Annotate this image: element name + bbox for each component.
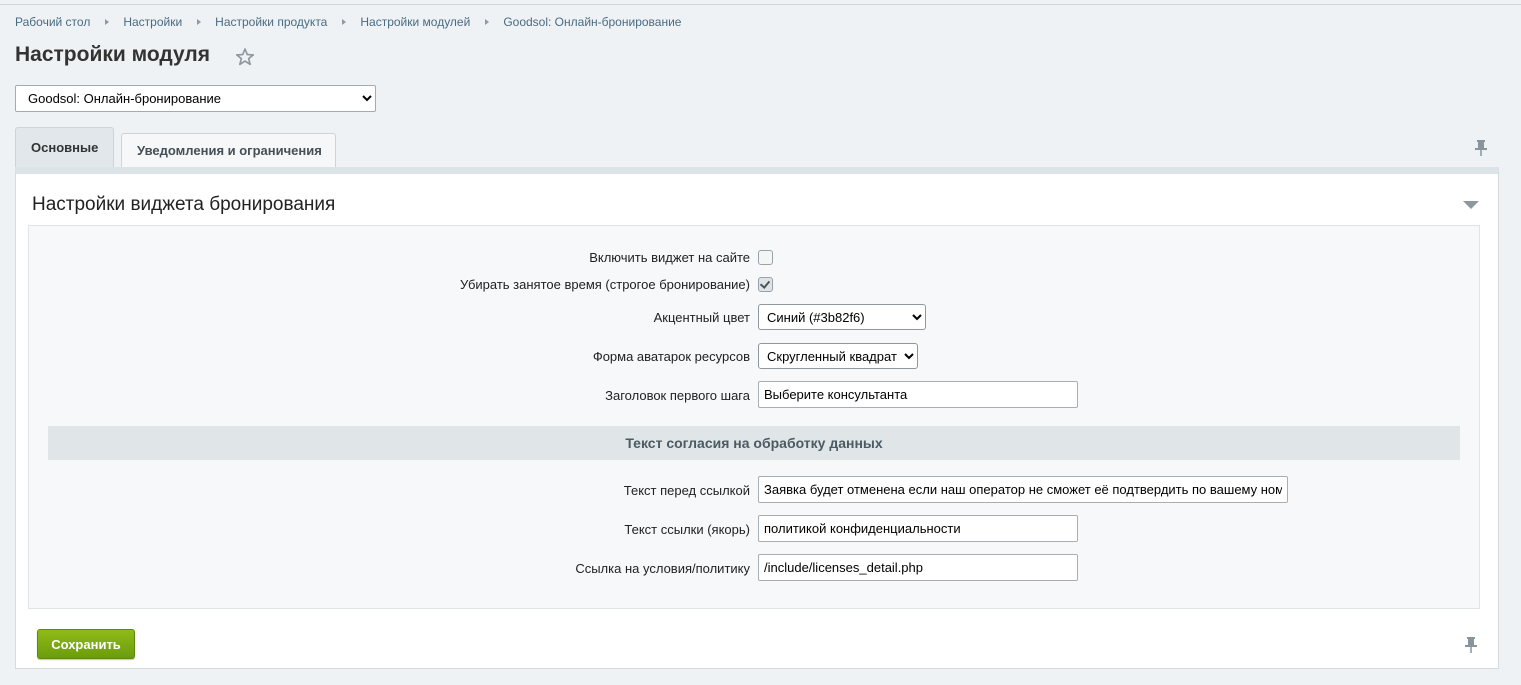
tab-main-label: Основные xyxy=(31,140,99,155)
accent-color-label: Акцентный цвет xyxy=(653,310,750,325)
consent-link-text-label: Текст ссылки (якорь) xyxy=(624,522,750,537)
first-step-title-input[interactable] xyxy=(758,381,1078,408)
tab-main[interactable]: Основные xyxy=(15,127,114,167)
first-step-title-label: Заголовок первого шага xyxy=(605,388,750,403)
breadcrumb-separator-icon xyxy=(197,19,202,25)
consent-text-before-input[interactable] xyxy=(758,476,1288,503)
consent-text-before-label: Текст перед ссылкой xyxy=(623,483,750,498)
tab-notifications-label: Уведомления и ограничения xyxy=(137,143,322,158)
module-select[interactable]: Goodsol: Онлайн-бронирование xyxy=(15,85,376,112)
page-title: Настройки модуля xyxy=(15,43,211,66)
breadcrumb-separator-icon xyxy=(342,19,347,25)
strict-booking-checkbox[interactable] xyxy=(758,277,773,292)
checkmark-icon xyxy=(759,278,771,289)
chevron-down-icon[interactable] xyxy=(1462,200,1480,210)
breadcrumb-separator-icon xyxy=(485,19,490,25)
save-button[interactable]: Сохранить xyxy=(37,629,135,659)
enable-widget-label: Включить виджет на сайте xyxy=(589,250,750,265)
star-icon[interactable] xyxy=(235,47,255,67)
consent-section-header: Текст согласия на обработку данных xyxy=(48,426,1460,460)
avatar-shape-label: Форма аватарок ресурсов xyxy=(592,349,750,364)
consent-link-text-input[interactable] xyxy=(758,515,1078,542)
policy-url-input[interactable] xyxy=(758,554,1078,581)
settings-form: Включить виджет на сайте Убирать занятое… xyxy=(28,225,1480,609)
settings-panel: Настройки виджета бронирования Включить … xyxy=(15,167,1499,669)
breadcrumb-settings[interactable]: Настройки xyxy=(123,15,182,29)
breadcrumb-module-settings[interactable]: Настройки модулей xyxy=(360,15,470,29)
enable-widget-checkbox[interactable] xyxy=(758,250,773,265)
accent-color-select[interactable]: Синий (#3b82f6) xyxy=(758,304,926,330)
top-border xyxy=(0,0,1521,5)
avatar-shape-select[interactable]: Скругленный квадрат xyxy=(758,343,918,369)
breadcrumb-product-settings[interactable]: Настройки продукта xyxy=(215,15,327,29)
breadcrumb-separator-icon xyxy=(105,19,110,25)
strict-booking-label: Убирать занятое время (строгое бронирова… xyxy=(459,277,750,292)
policy-url-label: Ссылка на условия/политику xyxy=(575,561,750,576)
breadcrumb-desktop[interactable]: Рабочий стол xyxy=(15,15,90,29)
tab-notifications[interactable]: Уведомления и ограничения xyxy=(121,133,336,167)
section-title: Настройки виджета бронирования xyxy=(32,194,336,215)
breadcrumb-current-module[interactable]: Goodsol: Онлайн-бронирование xyxy=(503,15,681,29)
pin-icon[interactable] xyxy=(1474,139,1488,157)
pin-icon[interactable] xyxy=(1464,636,1478,654)
breadcrumb: Рабочий стол Настройки Настройки продукт… xyxy=(15,15,681,29)
